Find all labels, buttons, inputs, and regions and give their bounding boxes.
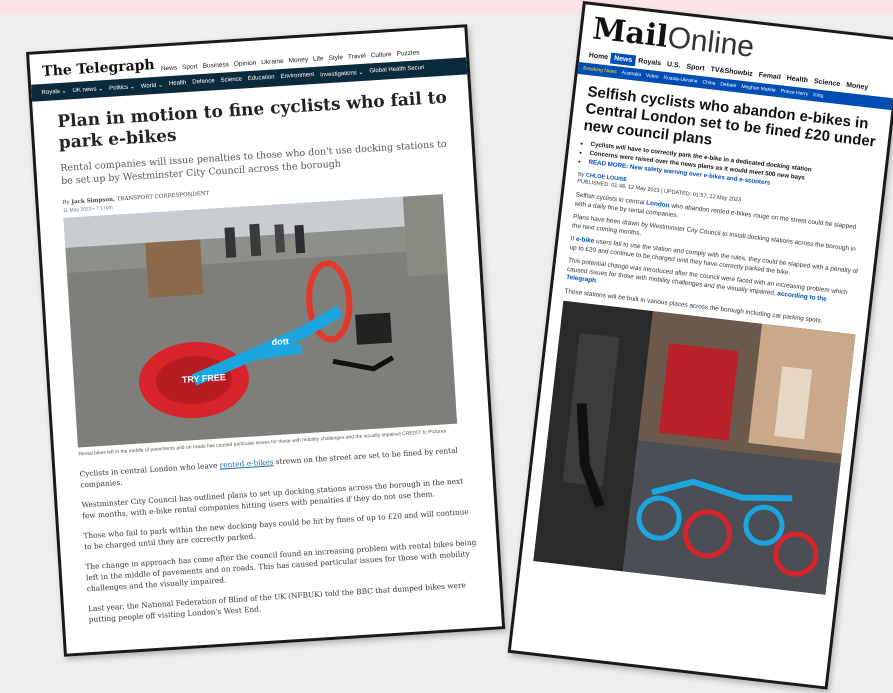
bike-brand-text: dott xyxy=(271,336,289,347)
subnav-item-world[interactable]: World ⌄ xyxy=(141,81,164,89)
nav-item-life[interactable]: Life xyxy=(313,55,324,63)
subnav-item-breaking[interactable]: Breaking News xyxy=(583,65,617,75)
mailonline-article-card: MailOnline Home News Royals U.S. Sport T… xyxy=(507,1,893,690)
nav-item-style[interactable]: Style xyxy=(328,54,343,62)
telegraph-photo-ebike: TRY FREE dott xyxy=(63,194,458,448)
ebike-link[interactable]: e-bike xyxy=(575,236,594,245)
ebike-photo-illustration: TRY FREE dott xyxy=(63,194,458,448)
subnav-item-politics[interactable]: Politics ⌄ xyxy=(109,83,135,92)
nav-item-ukraine[interactable]: Ukraine xyxy=(261,58,284,66)
nav-item-news[interactable]: News xyxy=(161,65,178,73)
nav-item-us[interactable]: U.S. xyxy=(663,59,684,72)
mailonline-article-body: Selfish cyclists who abandon e-bikes in … xyxy=(521,74,891,596)
subnav-item-investigations[interactable]: Investigations ⌄ xyxy=(320,69,364,79)
nav-item-travel[interactable]: Travel xyxy=(348,53,366,61)
subnav-item-environment[interactable]: Environment xyxy=(280,72,314,81)
nav-item-science[interactable]: Science xyxy=(810,76,844,91)
subnav-item-harry[interactable]: Prince Harry xyxy=(780,88,808,97)
nav-item-home[interactable]: Home xyxy=(585,50,612,64)
nav-item-femail[interactable]: Femail xyxy=(755,69,784,83)
nav-item-money[interactable]: Money xyxy=(843,79,872,93)
nav-item-money[interactable]: Money xyxy=(288,56,308,64)
subnav-item-australia[interactable]: Australia xyxy=(621,70,641,78)
subnav-item-king[interactable]: King xyxy=(813,92,824,99)
subnav-item-debate[interactable]: Debate xyxy=(720,81,737,89)
nav-item-royals[interactable]: Royals xyxy=(635,55,665,69)
nav-item-sport[interactable]: Sport xyxy=(182,63,198,71)
subnav-item-china[interactable]: China xyxy=(702,79,716,86)
subnav-item-russia-ukraine[interactable]: Russia-Ukraine xyxy=(663,75,698,85)
nav-item-opinion[interactable]: Opinion xyxy=(234,60,257,68)
telegraph-logo[interactable]: The Telegraph xyxy=(42,57,155,80)
mailonline-photo-ebikes xyxy=(533,300,856,595)
top-band xyxy=(0,0,893,14)
nav-item-culture[interactable]: Culture xyxy=(371,51,392,59)
subnav-item-global-health[interactable]: Global Health Securi xyxy=(369,65,424,75)
nav-item-puzzles[interactable]: Puzzles xyxy=(396,49,419,57)
subnav-item-royals[interactable]: Royals ⌄ xyxy=(41,88,66,97)
subnav-item-health[interactable]: Health xyxy=(169,80,187,88)
subnav-item-education[interactable]: Education xyxy=(248,74,275,83)
ebikes-street-illustration xyxy=(533,300,856,595)
byline-prefix: By xyxy=(62,199,70,206)
nav-item-news[interactable]: News xyxy=(610,52,636,67)
nav-item-sport[interactable]: Sport xyxy=(683,61,708,75)
rented-ebikes-link[interactable]: rented e-bikes xyxy=(219,457,273,469)
subnav-item-uk-news[interactable]: UK news ⌄ xyxy=(72,85,103,94)
telegraph-article-body: Plan in motion to fine cyclists who fail… xyxy=(32,74,500,626)
subnav-item-video[interactable]: Video xyxy=(646,73,659,80)
telegraph-article-card: The Telegraph News Sport Business Opinio… xyxy=(26,24,506,657)
caption-credit: CREDIT: fc Pictures xyxy=(401,428,447,438)
nav-item-business[interactable]: Business xyxy=(202,61,229,70)
subnav-item-defence[interactable]: Defence xyxy=(192,78,215,86)
subnav-item-meghan[interactable]: Meghan Markle xyxy=(741,84,776,94)
nav-item-health[interactable]: Health xyxy=(783,73,811,87)
subnav-item-science[interactable]: Science xyxy=(220,77,242,85)
